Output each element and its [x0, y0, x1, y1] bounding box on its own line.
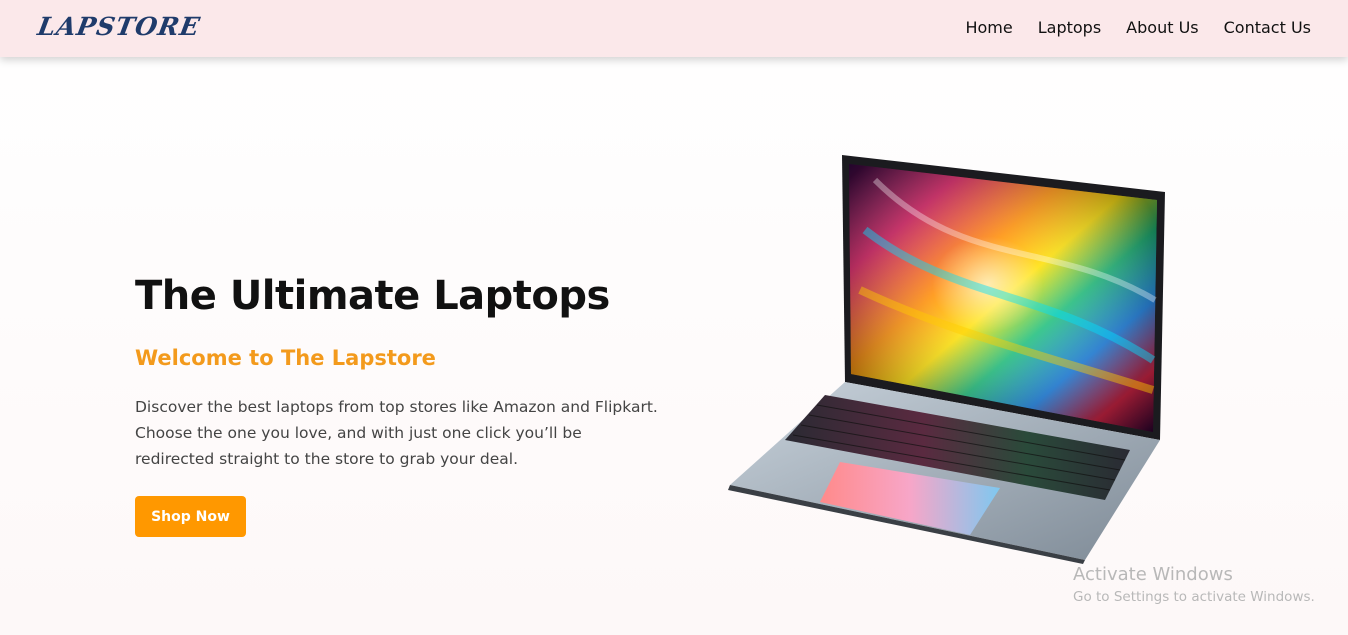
logo[interactable]: LAPSTORE	[35, 12, 202, 41]
hero-text: The Ultimate Laptops Welcome to The Laps…	[135, 270, 675, 472]
hero-title: The Ultimate Laptops	[135, 273, 610, 319]
nav-link-home[interactable]: Home	[965, 18, 1012, 37]
hero-subtitle: Welcome to The Lapstore	[135, 346, 436, 370]
nav-links: Home Laptops About Us Contact Us	[965, 18, 1311, 37]
navbar: LAPSTORE Home Laptops About Us Contact U…	[0, 0, 1348, 57]
nav-link-about-us[interactable]: About Us	[1126, 18, 1198, 37]
shop-now-button[interactable]: Shop Now	[135, 496, 246, 537]
activate-windows-watermark: Activate Windows Go to Settings to activ…	[1073, 563, 1315, 607]
nav-link-contact-us[interactable]: Contact Us	[1224, 18, 1311, 37]
hero-description: Discover the best laptops from top store…	[135, 398, 658, 468]
watermark-subtitle: Go to Settings to activate Windows.	[1073, 589, 1315, 605]
nav-link-laptops[interactable]: Laptops	[1038, 18, 1101, 37]
watermark-title: Activate Windows	[1073, 564, 1233, 585]
laptop-image	[728, 155, 1165, 564]
